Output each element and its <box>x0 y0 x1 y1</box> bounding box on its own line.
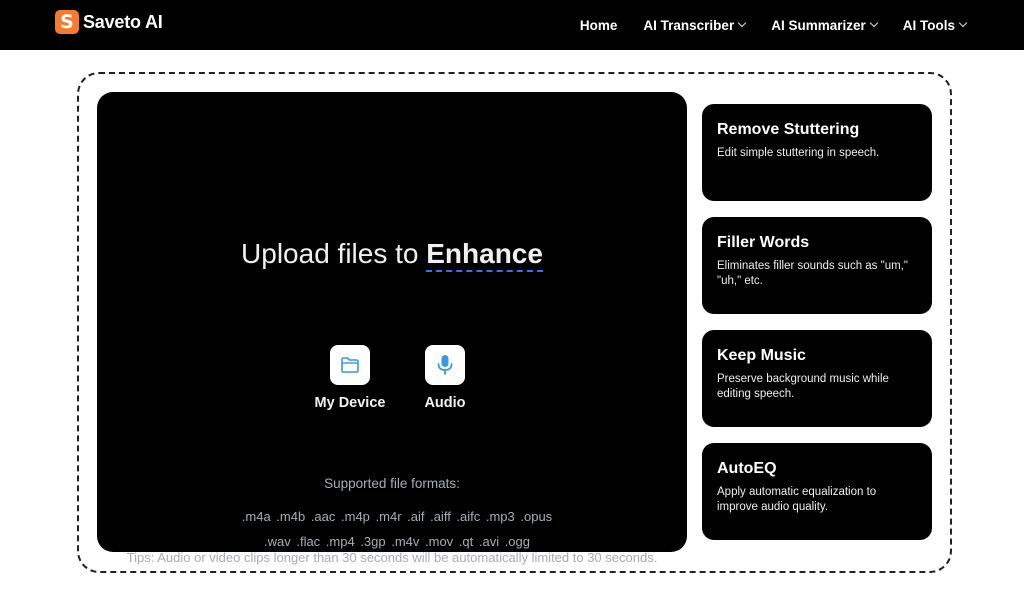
feature-card-remove-stuttering[interactable]: Remove Stuttering Edit simple stuttering… <box>702 104 932 201</box>
feature-card-title: Keep Music <box>717 347 806 364</box>
feature-card-keep-music[interactable]: Keep Music Preserve background music whi… <box>702 330 932 427</box>
supported-formats-heading: Supported file formats: <box>324 476 460 491</box>
microphone-icon <box>425 345 465 385</box>
top-nav-bar: S Saveto AI Home AI Transcriber AI Summa… <box>0 0 1024 50</box>
logo[interactable]: S Saveto AI <box>55 10 163 34</box>
folder-icon <box>330 345 370 385</box>
my-device-label: My Device <box>314 395 386 411</box>
upload-panel[interactable]: Upload files to Enhance My Device Audio … <box>97 92 687 565</box>
feature-card-filler-words[interactable]: Filler Words Eliminates filler sounds su… <box>702 217 932 314</box>
audio-button[interactable]: Audio <box>390 345 500 411</box>
my-device-button[interactable]: My Device <box>295 345 405 411</box>
nav-ai-summarizer[interactable]: AI Summarizer <box>771 17 878 33</box>
nav-ai-tools-label: AI Tools <box>902 17 955 33</box>
nav-home-label: Home <box>579 17 618 33</box>
nav-ai-summarizer-label: AI Summarizer <box>771 17 866 33</box>
logo-icon: S <box>55 10 79 34</box>
nav-home[interactable]: Home <box>580 18 618 33</box>
chevron-down-icon <box>869 18 878 28</box>
chevron-down-icon <box>737 18 747 28</box>
upload-title-highlight[interactable]: Enhance <box>426 238 543 272</box>
logo-text: Saveto AI <box>83 11 163 32</box>
feature-card-title: Filler Words <box>717 234 810 251</box>
nav-ai-transcriber-label: AI Transcriber <box>643 17 735 33</box>
nav-ai-tools[interactable]: AI Tools <box>902 17 968 33</box>
main-nav: Home AI Transcriber AI Summarizer AI Too… <box>580 0 968 50</box>
feature-card-description: Apply automatic equalization to improve … <box>717 486 877 513</box>
audio-label: Audio <box>424 395 466 411</box>
nav-ai-transcriber[interactable]: AI Transcriber <box>643 17 747 33</box>
supported-formats-list: .m4a .m4b .aac .m4p .m4r .aif .aiff .aif… <box>241 509 553 549</box>
feature-card-autoeq[interactable]: AutoEQ Apply automatic equalization to i… <box>702 443 932 540</box>
feature-card-description: Preserve background music while editing … <box>717 373 889 400</box>
feature-card-title: Remove Stuttering <box>717 121 860 138</box>
upload-title-prefix: Upload files to <box>241 238 427 269</box>
feature-card-description: Eliminates filler sounds such as "um," "… <box>717 260 908 287</box>
chevron-down-icon <box>958 18 968 28</box>
upload-tips: Tips: Audio or video clips longer than 3… <box>126 550 658 565</box>
feature-card-description: Edit simple stuttering in speech. <box>717 147 880 159</box>
upload-title: Upload files to Enhance <box>97 238 687 272</box>
feature-card-title: AutoEQ <box>717 460 777 477</box>
